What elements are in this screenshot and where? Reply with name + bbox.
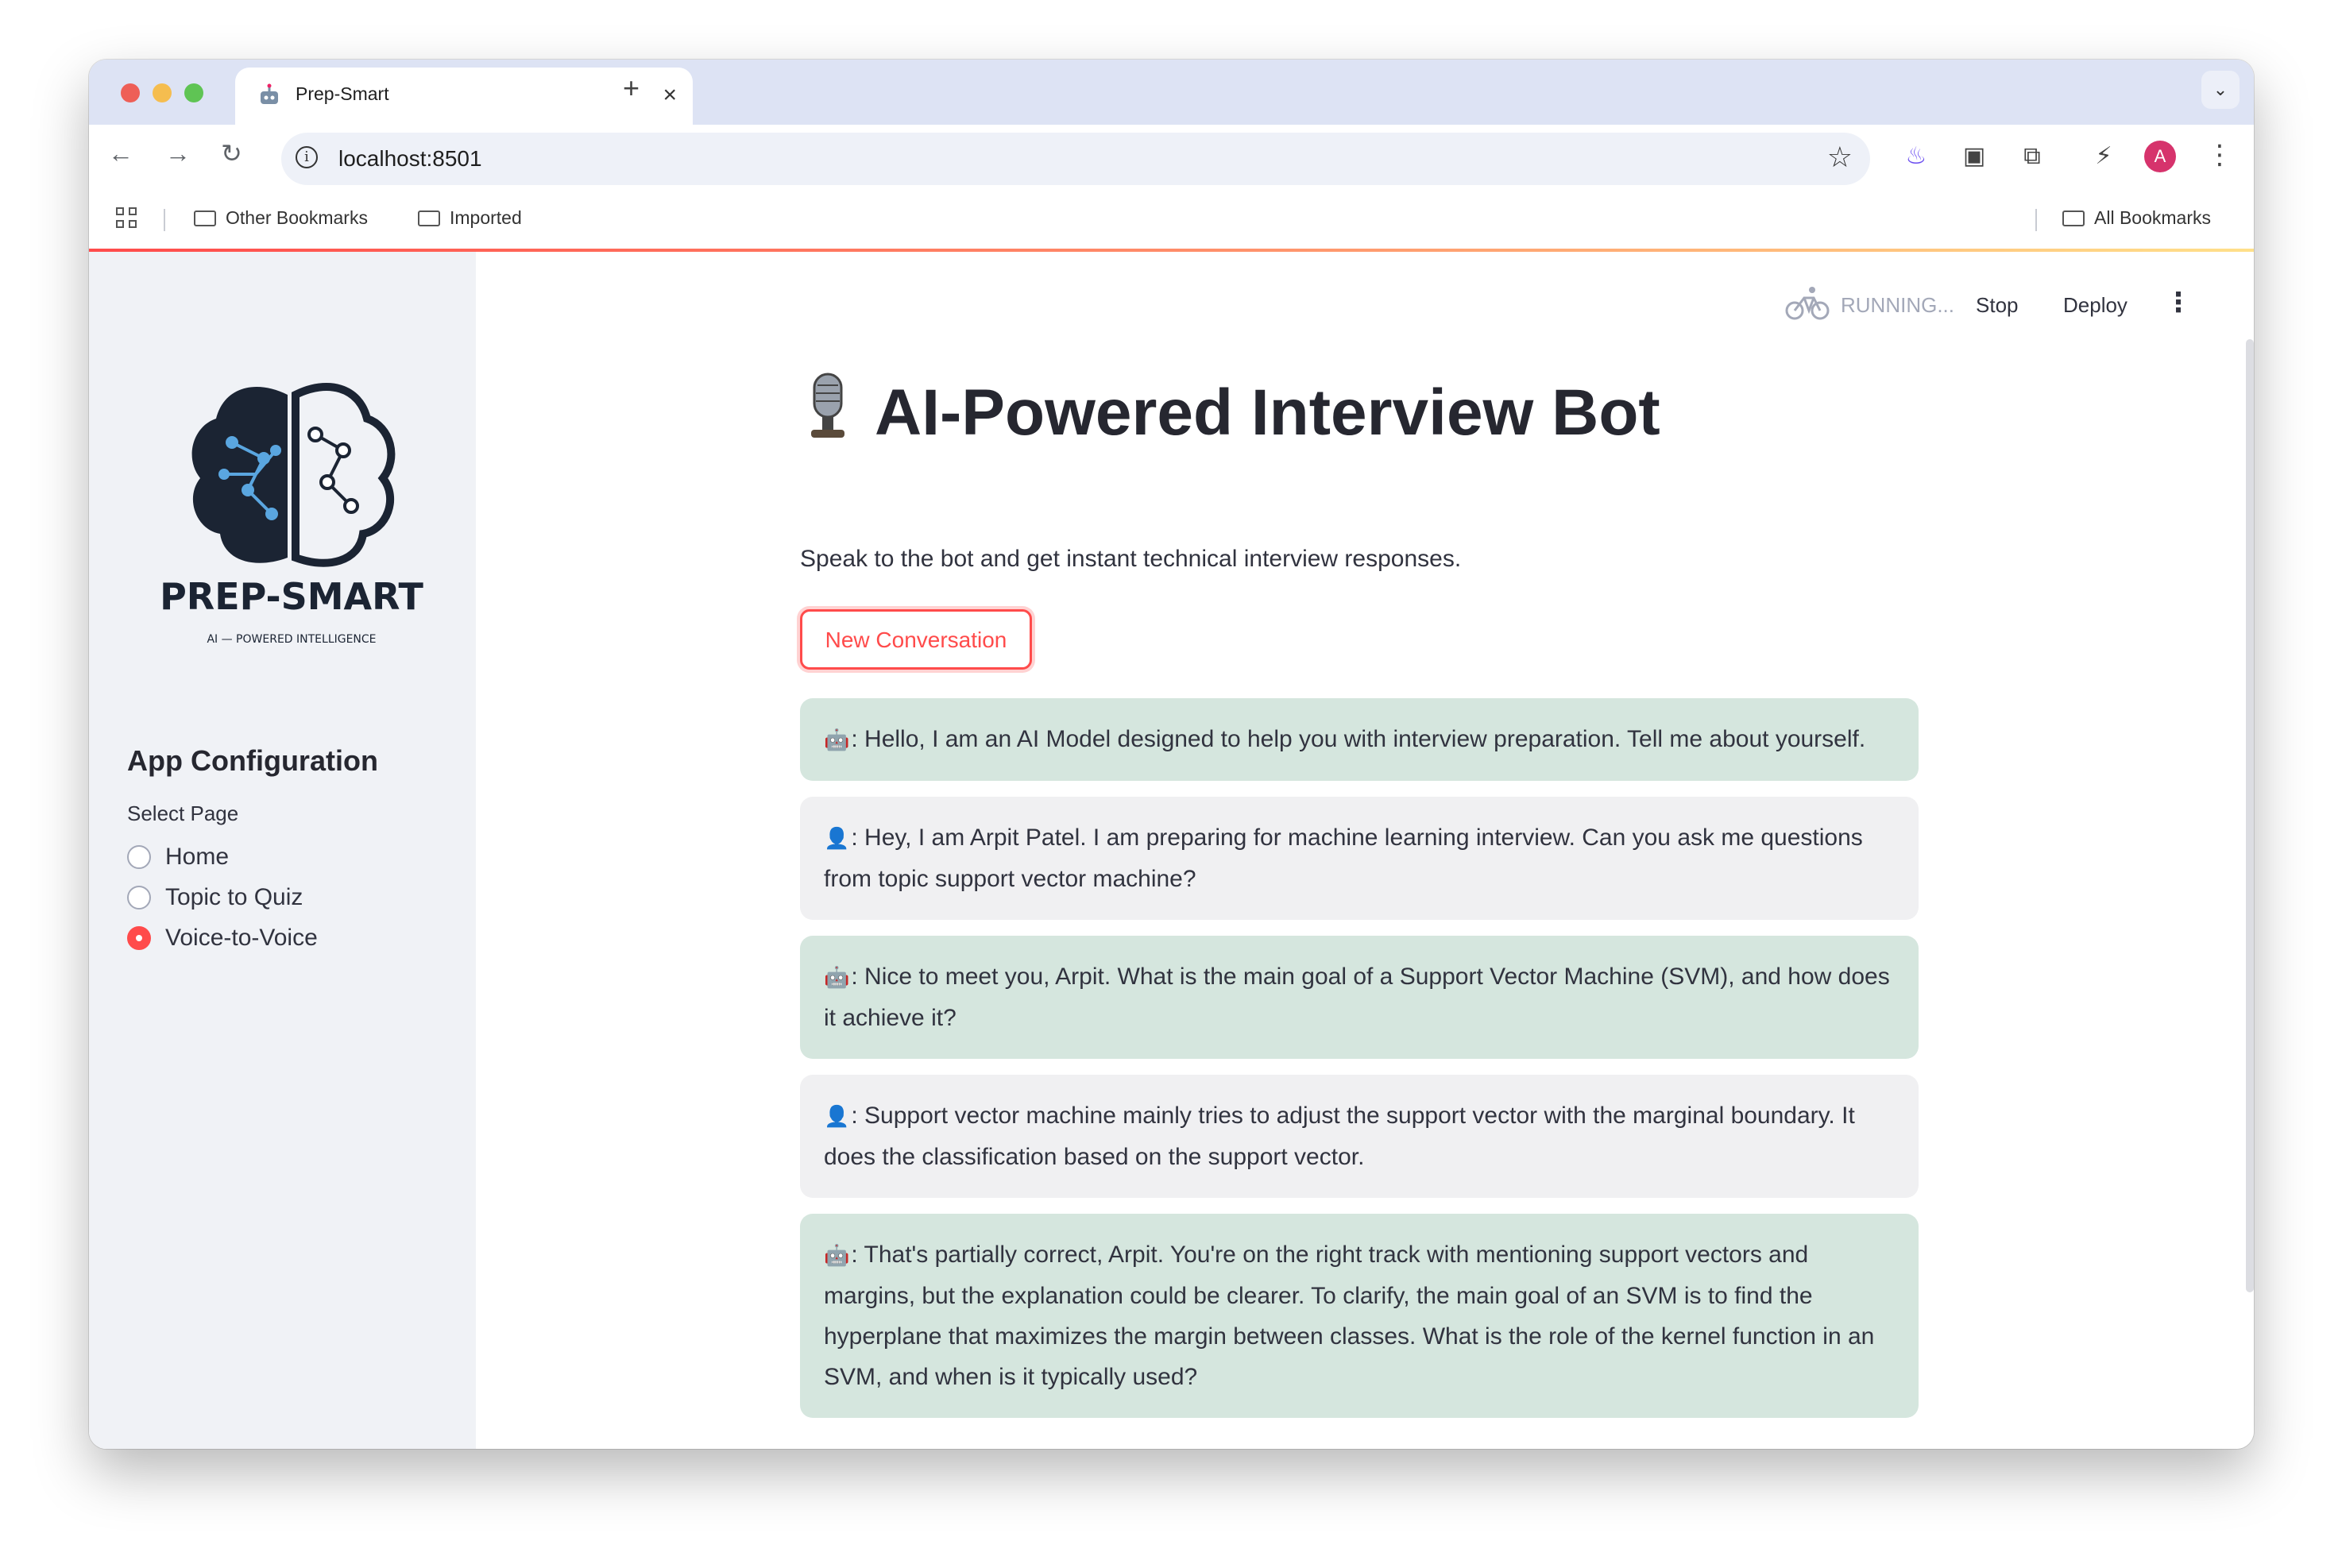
radio-selected-icon[interactable] bbox=[127, 926, 151, 950]
robot-icon: 🤖 bbox=[824, 728, 850, 751]
apps-grid-icon[interactable] bbox=[116, 207, 138, 230]
minimize-window-button[interactable] bbox=[153, 83, 172, 102]
select-page-label: Select Page bbox=[127, 801, 239, 825]
close-window-button[interactable] bbox=[121, 83, 140, 102]
bookmark-all[interactable]: All Bookmarks bbox=[2062, 207, 2211, 229]
robot-icon: 🤖 bbox=[824, 1243, 850, 1267]
new-conversation-button[interactable]: New Conversation bbox=[800, 609, 1032, 670]
sidebar: PREP-SMART AI — POWERED INTELLIGENCE App… bbox=[89, 252, 476, 1449]
browser-toolbar: ← → ↻ i localhost:8501 ☆ ♨ ▣ ⧉ ⚡ A ⋮ bbox=[89, 125, 2254, 190]
config-title: App Configuration bbox=[127, 744, 378, 777]
logo-text: PREP-SMART bbox=[160, 575, 423, 618]
maximize-window-button[interactable] bbox=[184, 83, 203, 102]
chat-message-user: 👤: Support vector machine mainly tries t… bbox=[800, 1075, 1919, 1198]
flame-extension-icon[interactable]: ♨ bbox=[1900, 141, 1932, 172]
radio-topic-to-quiz[interactable]: Topic to Quiz bbox=[127, 884, 303, 911]
scrollbar[interactable] bbox=[2246, 339, 2254, 1292]
robot-icon bbox=[261, 83, 278, 104]
browser-menu-icon[interactable]: ⋮ bbox=[2206, 139, 2233, 171]
bookmark-star-icon[interactable]: ☆ bbox=[1827, 141, 1853, 174]
chat-message-bot: 🤖: Hello, I am an AI Model designed to h… bbox=[800, 698, 1919, 781]
address-bar[interactable]: i localhost:8501 ☆ bbox=[281, 133, 1870, 185]
close-tab-icon[interactable]: × bbox=[663, 80, 677, 110]
folder-icon bbox=[418, 210, 440, 226]
chat-history: 🤖: Hello, I am an AI Model designed to h… bbox=[800, 698, 1919, 1434]
streamlit-app: PREP-SMART AI — POWERED INTELLIGENCE App… bbox=[89, 252, 2254, 1449]
owl-extension-icon[interactable]: ▣ bbox=[1958, 141, 1990, 172]
tab-search-chevron-icon[interactable]: ⌄ bbox=[2201, 71, 2240, 109]
reload-icon[interactable]: ↻ bbox=[221, 137, 242, 169]
chat-message-user: 👤: Hey, I am Arpit Patel. I am preparing… bbox=[800, 797, 1919, 920]
running-status: RUNNING... bbox=[1841, 293, 1954, 317]
microphone-icon bbox=[811, 373, 844, 438]
radio-unselected-icon[interactable] bbox=[127, 886, 151, 910]
logo-tagline: AI — POWERED INTELLIGENCE bbox=[207, 633, 376, 646]
prep-smart-logo: PREP-SMART AI — POWERED INTELLIGENCE bbox=[160, 383, 424, 646]
radio-voice-to-voice[interactable]: Voice-to-Voice bbox=[127, 925, 318, 952]
tab-title: Prep-Smart bbox=[296, 83, 389, 104]
bookmark-separator bbox=[2035, 209, 2037, 231]
chat-message-bot: 🤖: Nice to meet you, Arpit. What is the … bbox=[800, 936, 1919, 1059]
radio-unselected-icon[interactable] bbox=[127, 845, 151, 869]
new-tab-button[interactable]: + bbox=[623, 72, 640, 104]
main-content: RUNNING... Stop Deploy ⋮ AI-Powered Inte… bbox=[476, 252, 2254, 1449]
page-subtitle: Speak to the bot and get instant technic… bbox=[800, 546, 1462, 572]
app-menu-icon[interactable]: ⋮ bbox=[2165, 287, 2192, 319]
page-title: AI-Powered Interview Bot bbox=[800, 371, 1660, 450]
radio-home[interactable]: Home bbox=[127, 844, 229, 871]
bookmark-separator bbox=[164, 209, 165, 231]
performance-icon[interactable]: ⚡ bbox=[2088, 141, 2120, 172]
stop-button[interactable]: Stop bbox=[1976, 293, 2019, 318]
forward-arrow-icon[interactable]: → bbox=[165, 137, 191, 169]
tab-strip: Prep-Smart × + ⌄ bbox=[89, 60, 2254, 125]
folder-icon bbox=[194, 210, 216, 226]
robot-icon: 🤖 bbox=[824, 965, 850, 989]
back-arrow-icon[interactable]: ← bbox=[108, 137, 133, 169]
bookmarks-bar: Other Bookmarks Imported All Bookmarks bbox=[89, 190, 2254, 249]
bookmark-imported[interactable]: Imported bbox=[418, 207, 522, 229]
url-text[interactable]: localhost:8501 bbox=[338, 146, 482, 172]
browser-window: Prep-Smart × + ⌄ ← → ↻ i localhost:8501 … bbox=[89, 60, 2254, 1449]
site-info-icon[interactable]: i bbox=[296, 146, 318, 168]
user-icon: 👤 bbox=[824, 1104, 850, 1128]
app-status-bar: RUNNING... Stop Deploy ⋮ bbox=[1785, 284, 2198, 323]
profile-avatar[interactable]: A bbox=[2144, 141, 2176, 172]
chat-message-bot: 🤖: That's partially correct, Arpit. You'… bbox=[800, 1214, 1919, 1418]
user-icon: 👤 bbox=[824, 826, 850, 850]
folder-icon bbox=[2062, 210, 2085, 226]
running-bicycle-icon bbox=[1785, 287, 1830, 320]
deploy-button[interactable]: Deploy bbox=[2063, 293, 2128, 318]
extensions-puzzle-icon[interactable]: ⧉ bbox=[2016, 141, 2048, 172]
bookmark-other[interactable]: Other Bookmarks bbox=[194, 207, 368, 229]
